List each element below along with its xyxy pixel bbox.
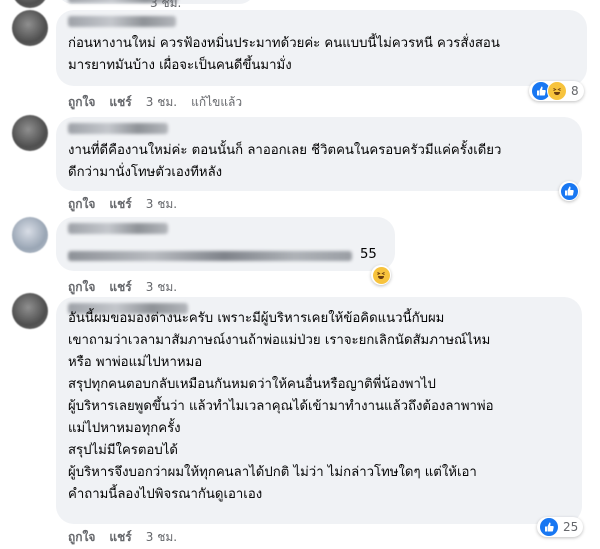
author-name-redacted[interactable] — [68, 16, 176, 27]
timestamp[interactable]: 3 ชม. — [146, 528, 177, 547]
timestamp[interactable]: 3 ชม. — [146, 195, 177, 214]
clipped-comment-actions: 3 ชม. — [0, 0, 600, 10]
reaction-count: 8 — [571, 84, 579, 98]
timestamp[interactable]: 3 ชม. — [146, 93, 177, 112]
comment-text: ก่อนหางานใหม่ ควรฟ้องหมิ่นประมาทด้วยค่ะ … — [68, 36, 500, 73]
like-button[interactable]: ถูกใจ — [68, 528, 95, 547]
share-button[interactable]: แชร์ — [109, 278, 131, 297]
comment-bubble: งานที่ดีคืองานใหม่ค่ะ ตอนนั้นก็ ลาออกเลย… — [56, 117, 582, 191]
reaction-count: 25 — [563, 520, 579, 534]
haha-icon — [547, 81, 567, 101]
reaction-summary[interactable] — [559, 181, 579, 201]
comment-bubble: อันนี้ผมขอมองต่างนะครับ เพราะมีผู้บริหาร… — [56, 297, 582, 524]
like-button[interactable]: ถูกใจ — [68, 195, 95, 214]
timestamp[interactable]: 3 ชม. — [146, 278, 177, 297]
comment-suffix: 55 — [360, 247, 377, 262]
comment-text-redacted — [68, 251, 352, 261]
avatar[interactable] — [12, 217, 48, 253]
like-icon — [560, 182, 578, 200]
haha-icon — [372, 266, 390, 284]
comment-bubble: 55 — [56, 217, 395, 271]
reaction-summary[interactable] — [371, 265, 391, 285]
author-name-redacted[interactable] — [68, 123, 168, 134]
share-button[interactable]: แชร์ — [109, 93, 131, 112]
like-button[interactable]: ถูกใจ — [68, 93, 95, 112]
share-button[interactable]: แชร์ — [109, 195, 131, 214]
comment-text: งานที่ดีคืองานใหม่ค่ะ ตอนนั้นก็ ลาออกเลย… — [68, 143, 502, 180]
avatar[interactable] — [12, 10, 48, 46]
reaction-summary[interactable]: 8 — [529, 81, 584, 101]
comment-text: อันนี้ผมขอมองต่างนะครับ เพราะมีผู้บริหาร… — [68, 311, 494, 502]
avatar[interactable] — [12, 0, 48, 8]
share-button[interactable]: แชร์ — [109, 528, 131, 547]
edited-label: แก้ไขแล้ว — [191, 95, 243, 109]
like-button[interactable]: ถูกใจ — [68, 278, 95, 297]
like-icon — [539, 517, 559, 537]
reaction-summary[interactable]: 25 — [537, 517, 584, 537]
author-name-redacted[interactable] — [68, 223, 168, 234]
avatar[interactable] — [12, 293, 48, 329]
avatar[interactable] — [12, 115, 48, 151]
timestamp[interactable]: 3 ชม. — [150, 0, 181, 10]
comment-bubble: ก่อนหางานใหม่ ควรฟ้องหมิ่นประมาทด้วยค่ะ … — [56, 10, 587, 86]
